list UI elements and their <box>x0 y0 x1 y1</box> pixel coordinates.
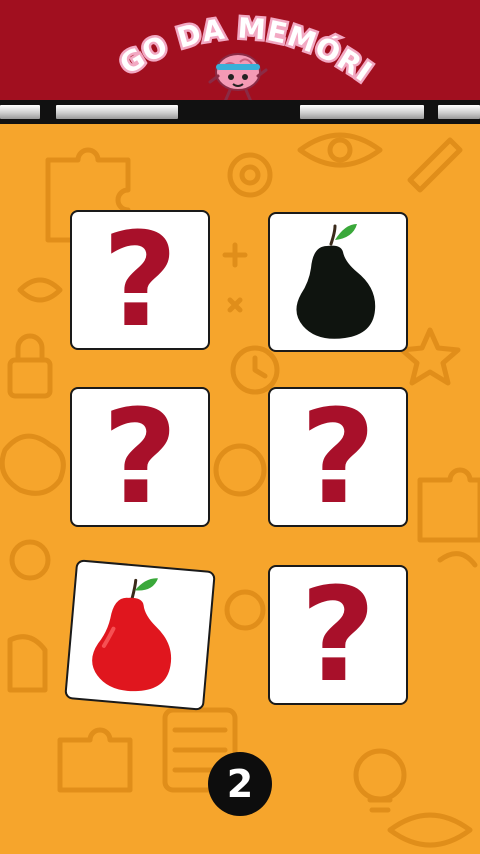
progress-segment <box>0 105 40 119</box>
memory-card-1[interactable]: ? <box>70 210 210 350</box>
progress-segment <box>56 105 178 119</box>
question-mark: ? <box>102 381 178 533</box>
question-mark: ? <box>300 381 376 533</box>
progress-segment <box>438 105 480 119</box>
red-pear-icon <box>92 578 172 692</box>
memory-card-5[interactable] <box>64 559 216 711</box>
memory-card-3[interactable]: ? <box>70 387 210 527</box>
progress-segment <box>300 105 424 119</box>
page-number: 2 <box>226 762 254 806</box>
page-indicator: 2 <box>208 752 272 816</box>
memory-card-2[interactable] <box>268 212 408 352</box>
memory-card-4[interactable]: ? <box>268 387 408 527</box>
question-mark: ? <box>300 559 376 711</box>
question-mark: ? <box>102 204 178 356</box>
black-pear-icon <box>296 224 376 339</box>
progress-bar <box>0 100 480 124</box>
memory-card-6[interactable]: ? <box>268 565 408 705</box>
